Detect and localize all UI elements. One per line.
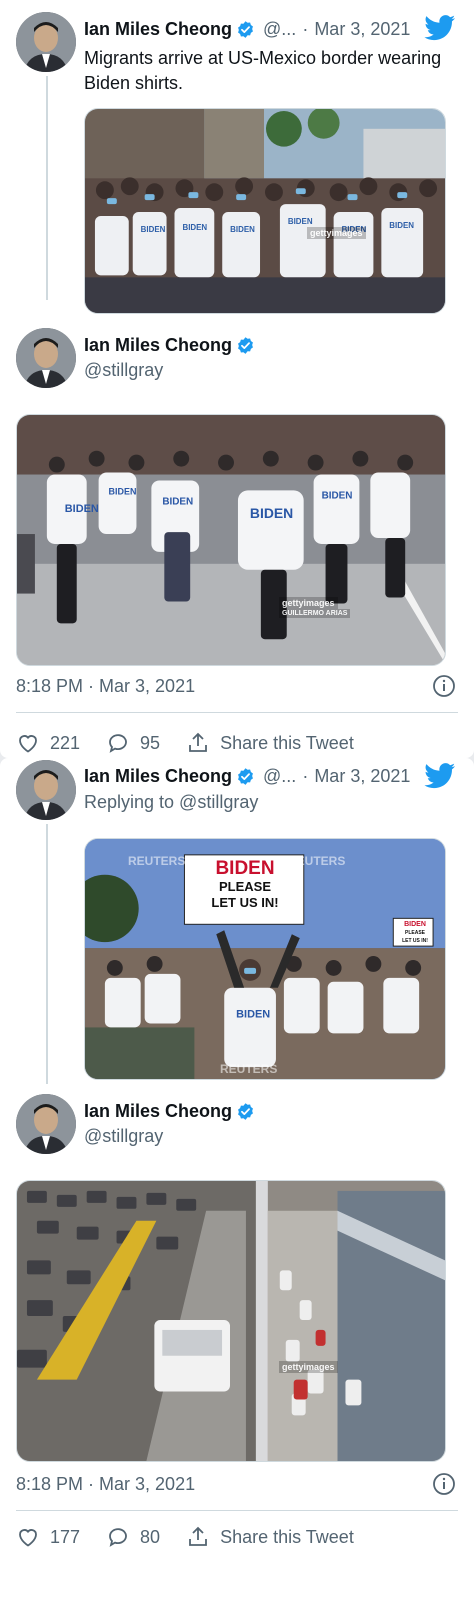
avatar-image: [16, 1094, 76, 1154]
sign-line-3: LET US IN!: [211, 895, 279, 910]
divider: [16, 1510, 458, 1511]
photo-watermark: gettyimages: [307, 227, 366, 239]
svg-text:BIDEN: BIDEN: [288, 217, 313, 226]
tweet-date[interactable]: Mar 3, 2021: [314, 19, 410, 40]
author-handle[interactable]: @stillgray: [84, 1126, 163, 1147]
avatar[interactable]: [16, 760, 76, 820]
tweet-text: Migrants arrive at US-Mexico border wear…: [84, 48, 442, 93]
march-photo-image: BIDEN BIDEN BIDEN BIDEN BIDEN: [17, 415, 445, 665]
separator-dot: ·: [302, 765, 309, 786]
tweet-actions: 177 80 Share this Tweet: [16, 1522, 458, 1552]
photo-watermark: gettyimages: [279, 1361, 338, 1373]
small-sign-line-2: PLEASE: [404, 930, 425, 936]
thread-line: [46, 76, 48, 300]
photo-watermark: REUTERS: [220, 1062, 278, 1076]
avatar[interactable]: [16, 328, 76, 388]
share-icon: [189, 1526, 207, 1546]
avatar-image: [16, 12, 76, 72]
border-crossing-photo-image: [17, 1181, 445, 1461]
svg-text:BIDEN: BIDEN: [250, 505, 293, 521]
photo-watermark: gettyimages: [279, 597, 338, 609]
tweet-photo[interactable]: BIDEN BIDEN BIDEN BIDEN BIDEN gettyimages …: [16, 414, 446, 666]
tweet-header: Ian Miles Cheong: [84, 1098, 255, 1124]
svg-text:BIDEN: BIDEN: [141, 225, 166, 234]
tweet-timestamp[interactable]: 8:18 PM · Mar 3, 2021: [16, 676, 195, 697]
photo-credit: GUILLERMO ARIAS: [279, 609, 351, 618]
svg-text:BIDEN: BIDEN: [236, 1009, 270, 1021]
avatar[interactable]: [16, 12, 76, 72]
tweet-photo[interactable]: BIDEN BIDEN BIDEN BIDEN BIDEN BIDEN gettyima…: [84, 108, 446, 314]
like-count: 177: [50, 1526, 81, 1547]
svg-text:BIDEN: BIDEN: [162, 496, 193, 507]
reply-icon: [109, 734, 127, 753]
verified-badge-icon: [238, 767, 253, 785]
tweet-card-1: Ian Miles Cheong @... · Mar 3, 2021 Migr…: [0, 0, 474, 758]
avatar-image: [16, 328, 76, 388]
svg-text:BIDEN: BIDEN: [182, 223, 207, 232]
tweet-card-2: Ian Miles Cheong @... · Mar 3, 2021 Repl…: [0, 758, 474, 1600]
svg-text:BIDEN: BIDEN: [322, 490, 353, 501]
like-button[interactable]: 177: [16, 1525, 80, 1549]
tweet-header: Ian Miles Cheong @... · Mar 3, 2021: [84, 16, 414, 42]
tweet-header: Ian Miles Cheong @... · Mar 3, 2021: [84, 763, 414, 789]
twitter-bird-icon[interactable]: [424, 15, 456, 41]
reply-count: 80: [140, 1526, 161, 1547]
tweet-header: Ian Miles Cheong: [84, 332, 255, 358]
divider: [16, 712, 458, 713]
reply-icon: [109, 1528, 127, 1547]
twitter-bird-icon[interactable]: [424, 763, 456, 789]
heart-icon: [19, 735, 37, 753]
thread-line: [46, 824, 48, 1084]
tweet-date[interactable]: Mar 3, 2021: [314, 766, 410, 787]
tweet-actions: 221 95 Share this Tweet: [16, 728, 458, 758]
author-name[interactable]: Ian Miles Cheong: [84, 766, 232, 787]
svg-text:BIDEN: BIDEN: [65, 503, 99, 515]
replying-to-label[interactable]: Replying to @stillgray: [84, 792, 258, 813]
small-sign-line-3: LET US IN!: [402, 938, 428, 944]
author-name[interactable]: Ian Miles Cheong: [84, 335, 232, 356]
small-protest-sign: BIDEN PLEASE LET US IN!: [397, 921, 433, 945]
author-name[interactable]: Ian Miles Cheong: [84, 19, 232, 40]
author-name[interactable]: Ian Miles Cheong: [84, 1101, 232, 1122]
author-handle[interactable]: @...: [263, 19, 296, 40]
share-icon: [189, 732, 207, 752]
reply-button[interactable]: 80: [106, 1525, 160, 1549]
sign-line-2: PLEASE: [218, 879, 271, 894]
share-label: Share this Tweet: [220, 1526, 354, 1547]
photo-watermark: REUTERS: [288, 854, 346, 868]
info-icon[interactable]: [432, 1472, 456, 1496]
verified-badge-icon: [238, 1102, 253, 1120]
small-sign-line-1: BIDEN: [404, 921, 426, 928]
reply-count: 95: [140, 732, 161, 753]
verified-badge-icon: [238, 336, 253, 354]
reply-button[interactable]: 95: [106, 731, 160, 755]
tweet-timestamp[interactable]: 8:18 PM · Mar 3, 2021: [16, 1474, 195, 1495]
svg-text:BIDEN: BIDEN: [230, 225, 255, 234]
tweet-photo[interactable]: gettyimages: [16, 1180, 446, 1462]
svg-text:BIDEN: BIDEN: [109, 486, 137, 496]
author-handle[interactable]: @...: [263, 766, 296, 787]
crowd-photo-image: BIDEN BIDEN BIDEN BIDENBIDEN BIDEN: [85, 109, 445, 313]
photo-watermark: REUTERS: [128, 854, 186, 868]
verified-badge-icon: [238, 20, 253, 38]
share-button[interactable]: Share this Tweet: [186, 1525, 354, 1549]
separator-dot: ·: [302, 18, 309, 39]
like-count: 221: [50, 732, 81, 753]
author-handle[interactable]: @stillgray: [84, 360, 163, 381]
like-button[interactable]: 221: [16, 731, 80, 755]
share-label: Share this Tweet: [220, 732, 354, 753]
avatar[interactable]: [16, 1094, 76, 1154]
avatar-image: [16, 760, 76, 820]
info-icon[interactable]: [432, 674, 456, 698]
heart-icon: [19, 1529, 37, 1547]
share-button[interactable]: Share this Tweet: [186, 731, 354, 755]
svg-text:BIDEN: BIDEN: [389, 221, 414, 230]
tweet-photo[interactable]: BIDEN BIDEN PLEASE LET US IN! BIDEN PLEA…: [84, 838, 446, 1080]
